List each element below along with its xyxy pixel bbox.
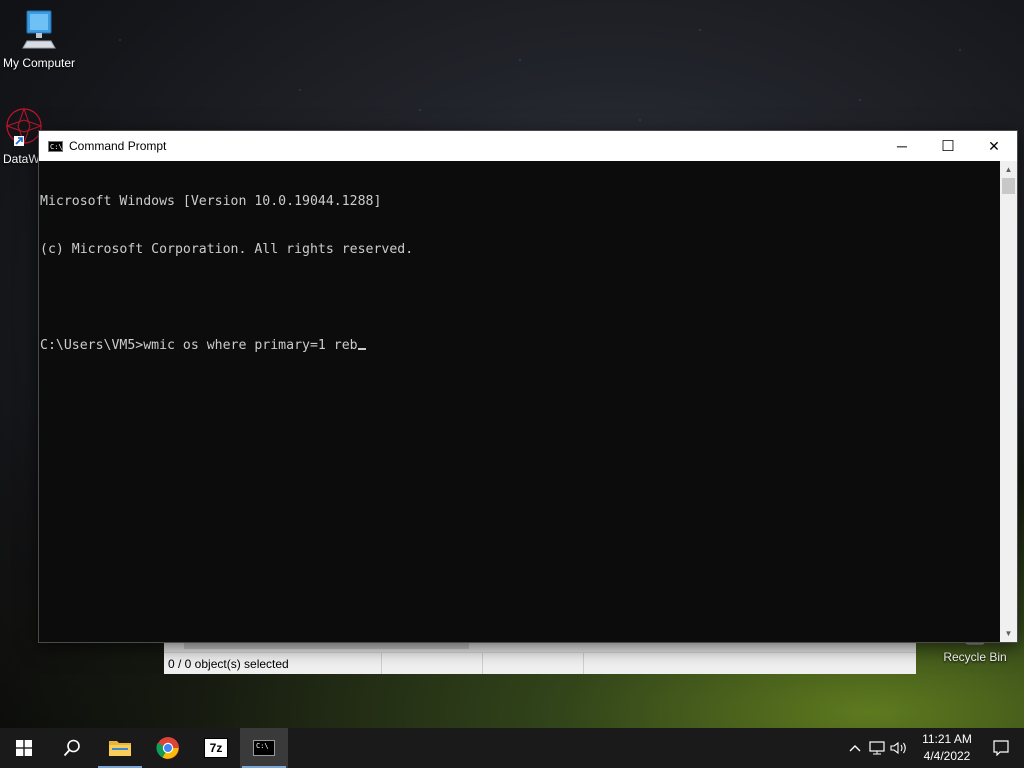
- cmd-taskbar-icon-text: C:\: [256, 742, 269, 750]
- clock[interactable]: 11:21 AM 4/4/2022: [916, 731, 978, 765]
- clock-time: 11:21 AM: [922, 732, 972, 746]
- taskbar-7zip[interactable]: 7z: [192, 728, 240, 768]
- command-prompt-window[interactable]: C:\ Command Prompt ─ ☐ ✕ Microsoft Windo…: [38, 130, 1018, 643]
- console-line: Microsoft Windows [Version 10.0.19044.12…: [40, 194, 382, 209]
- show-hidden-icons-button[interactable]: [844, 744, 866, 752]
- cmd-taskbar-icon: C:\: [253, 740, 275, 756]
- chevron-up-icon: [849, 745, 861, 752]
- status-segment: [483, 653, 584, 674]
- desktop-icon-my-computer[interactable]: My Computer: [0, 8, 78, 70]
- cmd-app-icon: C:\: [48, 140, 63, 152]
- taskbar-file-explorer[interactable]: [96, 728, 144, 768]
- console-line: (c) Microsoft Corporation. All rights re…: [40, 242, 414, 257]
- close-button[interactable]: ✕: [971, 131, 1017, 161]
- search-icon: [63, 739, 80, 757]
- minimize-icon: ─: [897, 138, 907, 154]
- desktop-icon-label: Recycle Bin: [943, 650, 1007, 664]
- scrollbar-thumb[interactable]: [1002, 178, 1015, 194]
- taskbar-command-prompt[interactable]: C:\: [240, 728, 288, 768]
- console-command-text: C:\Users\VM5>wmic os where primary=1 reb: [40, 338, 358, 353]
- 7zip-icon: 7z: [204, 738, 228, 758]
- system-tray: 11:21 AM 4/4/2022: [844, 728, 1024, 768]
- maximize-icon: ☐: [941, 138, 955, 155]
- scroll-down-icon[interactable]: ▼: [1000, 625, 1017, 642]
- minimize-button[interactable]: ─: [879, 131, 925, 161]
- computer-icon: [22, 10, 56, 49]
- chrome-icon: [156, 737, 179, 759]
- taskbar: 7z C:\ 11:21 AM 4/4/2022: [0, 728, 1024, 768]
- windows-logo-icon: [16, 740, 32, 756]
- taskbar-chrome[interactable]: [144, 728, 192, 768]
- clock-date: 4/4/2022: [923, 749, 971, 763]
- text-cursor: [357, 348, 366, 350]
- volume-button[interactable]: [888, 741, 910, 755]
- notification-icon: [993, 740, 1009, 756]
- status-segment: [382, 653, 483, 674]
- title-bar[interactable]: C:\ Command Prompt ─ ☐ ✕: [39, 131, 1017, 161]
- explorer-status-bar: 0 / 0 object(s) selected: [164, 652, 916, 674]
- speaker-icon: [890, 741, 906, 755]
- folder-icon: [109, 741, 131, 756]
- window-title: Command Prompt: [69, 139, 167, 153]
- desktop-icon-dataw[interactable]: DataW: [0, 106, 43, 166]
- console-output[interactable]: Microsoft Windows [Version 10.0.19044.12…: [39, 161, 1000, 642]
- network-icon: [869, 741, 885, 755]
- scroll-up-icon[interactable]: ▲: [1000, 161, 1017, 178]
- maximize-button[interactable]: ☐: [925, 131, 971, 161]
- scrollbar-thumb[interactable]: [184, 642, 469, 649]
- console-input-line[interactable]: C:\Users\VM5>wmic os where primary=1 reb: [40, 338, 1000, 354]
- status-selection-text: 0 / 0 object(s) selected: [164, 653, 382, 674]
- notifications-button[interactable]: [978, 740, 1024, 756]
- 7zip-icon-label: 7z: [209, 741, 223, 755]
- desktop-icon-label: DataW: [3, 152, 40, 166]
- network-button[interactable]: [866, 741, 888, 755]
- status-segment: [584, 653, 914, 674]
- start-button[interactable]: [0, 728, 48, 768]
- close-icon: ✕: [988, 137, 1000, 154]
- desktop-icon-label: My Computer: [2, 56, 76, 70]
- search-button[interactable]: [48, 728, 96, 768]
- vertical-scrollbar[interactable]: ▲ ▼: [1000, 161, 1017, 642]
